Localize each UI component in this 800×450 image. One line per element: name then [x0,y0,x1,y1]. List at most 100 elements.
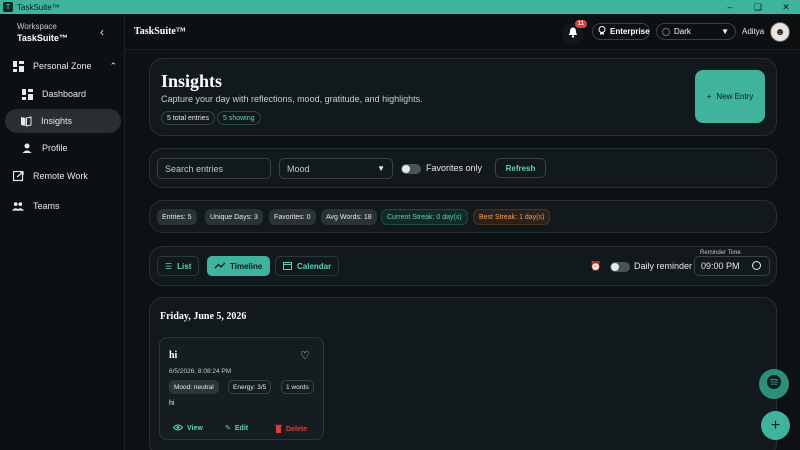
pencil-icon: ✎ [225,425,231,432]
avatar[interactable]: ☻ [770,22,790,42]
reminder-time-value: 09:00 PM [701,261,740,271]
sidebar-item-label: Teams [33,201,60,211]
delete-entry-button[interactable]: Delete [275,424,307,435]
new-entry-button[interactable]: + New Entry [695,70,765,123]
workspace-label: Workspace [17,22,57,31]
edit-label: Edit [234,424,249,432]
minimize-button[interactable]: – [716,0,744,14]
sidebar-item-insights[interactable]: Insights [5,109,121,133]
favorite-heart-icon[interactable]: ♡ [300,349,310,362]
current-streak-stat: Current Streak: 0 day(s) [381,209,468,225]
grid-icon [12,60,24,72]
sidebar-item-label: Insights [41,116,73,126]
close-button[interactable]: ✕ [772,0,800,14]
restore-button[interactable]: ❏ [744,0,772,14]
book-icon [20,115,32,127]
theme-value: Dark [674,27,691,36]
notifications-button[interactable]: 11 [562,20,587,45]
theme-dot-icon [662,27,670,36]
delete-label: Delete [286,426,308,433]
refresh-button[interactable]: Refresh [495,158,546,178]
add-fab-button[interactable]: + [761,411,790,440]
view-entry-button[interactable]: View [172,424,203,433]
plus-icon: + [770,416,781,434]
sidebar-item-label: Dashboard [42,89,87,99]
calendar-view-button[interactable]: Calendar [275,256,340,276]
view-label: View [187,425,203,432]
timeline-panel: Friday, June 5, 2026 hi ♡ 6/5/2026, 8:08… [149,297,777,450]
mood-select[interactable]: Mood ▼ [279,158,393,179]
trend-icon [214,262,226,271]
sidebar-item-personal-zone[interactable]: Personal Zone ⌃ [12,54,117,78]
sidebar-item-dashboard[interactable]: Dashboard [21,82,117,106]
word-count-tag: 1 words [281,380,314,394]
entries-stat: Entries: 5 [157,209,197,225]
window-title: TaskSuite™ [17,2,60,12]
group-icon [12,200,24,212]
list-view-button[interactable]: ☰ List [157,256,200,276]
favorites-label: Favorites only [426,163,483,173]
caret-down-icon: ▼ [377,164,385,173]
stats-panel: Entries: 5 Unique Days: 3 Favorites: 0 A… [149,200,777,233]
sidebar: Workspace TaskSuite™ ‹ Personal Zone ⌃ D… [0,14,125,450]
brand-title: TaskSuite™ [134,26,186,37]
entry-body: hi [169,400,175,407]
page-title: Insights [161,71,223,91]
top-bar: TaskSuite™ 11 Enterprise Dark ▼ Aditya ☻ [125,14,800,50]
timeline-view-button[interactable]: Timeline [207,256,271,276]
entry-timestamp: 6/5/2026, 8:08:24 PM [169,368,232,375]
mood-tag: Mood: neutral [169,380,219,394]
sidebar-item-remote-work[interactable]: Remote Work [12,164,117,188]
sidebar-item-label: Personal Zone [33,61,92,71]
trash-icon [275,424,282,435]
chevron-up-icon: ⌃ [109,60,117,71]
favorites-stat: Favorites: 0 [269,209,316,225]
sidebar-item-teams[interactable]: Teams [12,194,117,218]
calendar-icon [283,261,292,272]
collapse-sidebar-button[interactable]: ‹ [96,26,108,38]
search-input[interactable] [157,158,271,179]
reminder-time-label: Reminder Time [698,250,743,256]
eye-icon [172,424,184,433]
sidebar-item-label: Profile [42,143,68,153]
plan-label: Enterprise [610,27,650,36]
filters-panel: Mood ▼ Favorites only Refresh [149,148,777,188]
award-icon [598,26,606,37]
page-subtitle: Capture your day with reflections, mood,… [161,94,423,104]
app-icon: T [3,2,13,12]
insights-header-panel: Insights Capture your day with reflectio… [149,58,777,136]
workspace-name: TaskSuite™ [17,33,68,43]
calendar-view-label: Calendar [297,261,332,271]
list-view-label: List [177,261,192,271]
timeline-view-label: Timeline [230,261,263,271]
spotify-button[interactable] [759,369,789,399]
daily-reminder-toggle[interactable] [610,262,630,272]
dashboard-icon [21,88,33,100]
entry-title: hi [169,350,178,361]
notification-count-badge: 11 [574,20,587,28]
caret-down-icon: ▼ [721,27,729,36]
view-switcher-panel: ☰ List Timeline Calendar ⏰ Daily reminde… [149,246,777,286]
showing-badge: 5 showing [217,111,261,125]
sidebar-item-profile[interactable]: Profile [21,136,117,160]
plus-icon: + [706,92,712,101]
person-icon [21,142,33,154]
mood-select-value: Mood [287,163,310,174]
clock-icon[interactable] [752,261,761,270]
window-titlebar: T TaskSuite™ – ❏ ✕ [0,0,800,14]
theme-select[interactable]: Dark ▼ [656,23,736,40]
favorites-toggle[interactable] [401,164,421,174]
entry-card: hi ♡ 6/5/2026, 8:08:24 PM Mood: neutral … [159,337,324,440]
new-entry-label: New Entry [716,92,754,101]
energy-tag: Energy: 3/5 [228,380,272,394]
user-name: Aditya [742,27,765,36]
edit-entry-button[interactable]: ✎ Edit [225,424,249,433]
avg-words-stat: Avg Words: 18 [321,209,377,225]
sidebar-item-label: Remote Work [33,171,88,181]
unique-days-stat: Unique Days: 3 [205,209,263,225]
daily-reminder-label: Daily reminder [634,261,693,271]
alarm-icon: ⏰ [590,261,602,271]
total-entries-badge: 5 total entries [161,111,216,125]
remote-icon [12,170,24,182]
plan-button[interactable]: Enterprise [592,23,650,40]
